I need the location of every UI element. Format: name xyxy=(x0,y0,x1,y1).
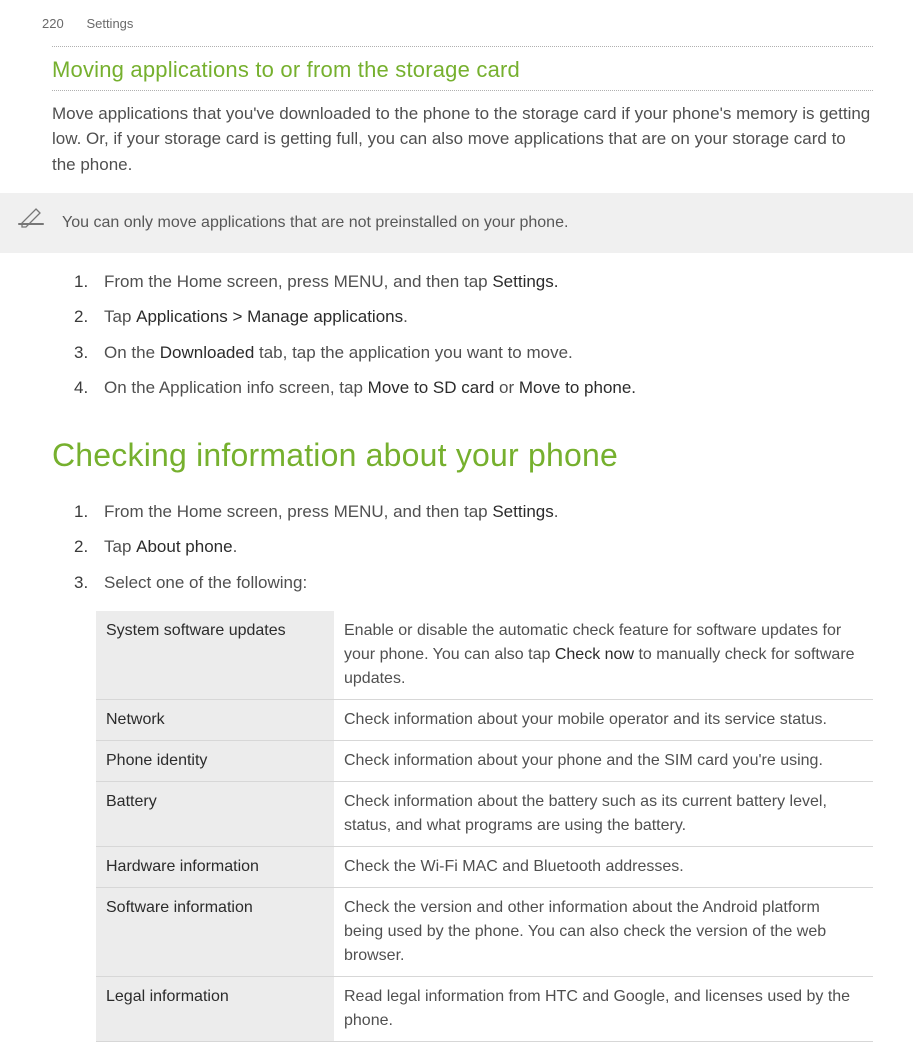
list-item: From the Home screen, press MENU, and th… xyxy=(82,269,873,295)
row-label: Legal information xyxy=(96,977,334,1042)
row-label: Network xyxy=(96,700,334,741)
divider xyxy=(52,46,873,47)
step-bold: About phone xyxy=(136,537,232,556)
list-item: Select one of the following: xyxy=(82,570,873,596)
step-pre: From the Home screen, press MENU, and th… xyxy=(104,502,492,521)
row-label: System software updates xyxy=(96,611,334,700)
step-bold: Move to phone. xyxy=(519,378,636,397)
row-label: Hardware information xyxy=(96,847,334,888)
step-pre: Select one of the following: xyxy=(104,573,307,592)
page-heading: Checking information about your phone xyxy=(52,431,873,479)
step-mid: or xyxy=(494,378,519,397)
step-post: . xyxy=(554,502,559,521)
table-row: Network Check information about your mob… xyxy=(96,700,873,741)
step-bold: Settings. xyxy=(492,272,558,291)
step-bold: Move to SD card xyxy=(368,378,495,397)
step-pre: From the Home screen, press MENU, and th… xyxy=(104,272,492,291)
step-post: . xyxy=(233,537,238,556)
table-row: Phone identity Check information about y… xyxy=(96,741,873,782)
row-label: Battery xyxy=(96,782,334,847)
table-row: Hardware information Check the Wi-Fi MAC… xyxy=(96,847,873,888)
list-item: Tap Applications > Manage applications. xyxy=(82,304,873,330)
table-row: Legal information Read legal information… xyxy=(96,977,873,1042)
table-row: Battery Check information about the batt… xyxy=(96,782,873,847)
row-desc: Check the Wi-Fi MAC and Bluetooth addres… xyxy=(334,847,873,888)
page-number: 220 xyxy=(42,14,64,34)
intro-paragraph: Move applications that you've downloaded… xyxy=(52,101,873,178)
divider xyxy=(52,90,873,91)
step-pre: On the xyxy=(104,343,160,362)
list-item: On the Downloaded tab, tap the applicati… xyxy=(82,340,873,366)
row-desc: Check information about the battery such… xyxy=(334,782,873,847)
step-pre: Tap xyxy=(104,537,136,556)
row-desc: Check information about your mobile oper… xyxy=(334,700,873,741)
ordered-list: From the Home screen, press MENU, and th… xyxy=(82,269,873,401)
row-desc: Check the version and other information … xyxy=(334,888,873,977)
step-pre: Tap xyxy=(104,307,136,326)
chapter-title: Settings xyxy=(86,14,133,34)
table-row: Software information Check the version a… xyxy=(96,888,873,977)
list-item: From the Home screen, press MENU, and th… xyxy=(82,499,873,525)
row-desc: Enable or disable the automatic check fe… xyxy=(334,611,873,700)
note-box: You can only move applications that are … xyxy=(0,193,913,253)
note-text: You can only move applications that are … xyxy=(62,211,568,235)
list-item: Tap About phone. xyxy=(82,534,873,560)
row-label: Software information xyxy=(96,888,334,977)
row-desc: Read legal information from HTC and Goog… xyxy=(334,977,873,1042)
row-label: Phone identity xyxy=(96,741,334,782)
desc-bold: Check now xyxy=(555,646,634,663)
ordered-list: From the Home screen, press MENU, and th… xyxy=(82,499,873,596)
table-row: System software updates Enable or disabl… xyxy=(96,611,873,700)
step-post: tab, tap the application you want to mov… xyxy=(254,343,572,362)
info-table: System software updates Enable or disabl… xyxy=(96,611,873,1042)
step-bold: Settings xyxy=(492,502,553,521)
row-desc: Check information about your phone and t… xyxy=(334,741,873,782)
list-item: On the Application info screen, tap Move… xyxy=(82,375,873,401)
pencil-icon xyxy=(16,207,46,239)
step-post: . xyxy=(403,307,408,326)
section-heading: Moving applications to or from the stora… xyxy=(52,53,873,86)
step-pre: On the Application info screen, tap xyxy=(104,378,368,397)
step-bold: Applications > Manage applications xyxy=(136,307,403,326)
step-bold: Downloaded xyxy=(160,343,255,362)
